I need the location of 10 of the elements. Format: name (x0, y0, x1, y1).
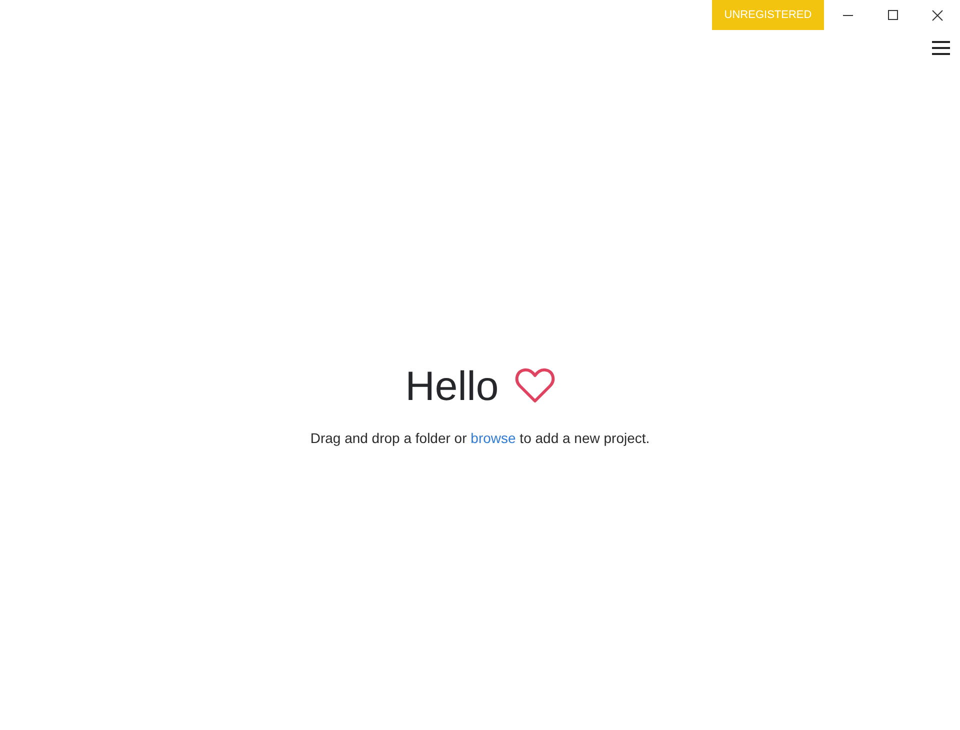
browse-link[interactable]: browse (470, 430, 516, 446)
menu-icon (932, 41, 950, 55)
heart-icon (514, 368, 555, 404)
maximize-icon (888, 10, 898, 20)
instruction-text: Drag and drop a folder or browse to add a new project. (310, 430, 650, 446)
minimize-icon (842, 14, 852, 16)
hello-title: Hello (405, 362, 499, 410)
close-icon (932, 10, 943, 20)
unregistered-badge: UNREGISTERED (712, 0, 824, 30)
menu-button[interactable] (932, 41, 950, 55)
